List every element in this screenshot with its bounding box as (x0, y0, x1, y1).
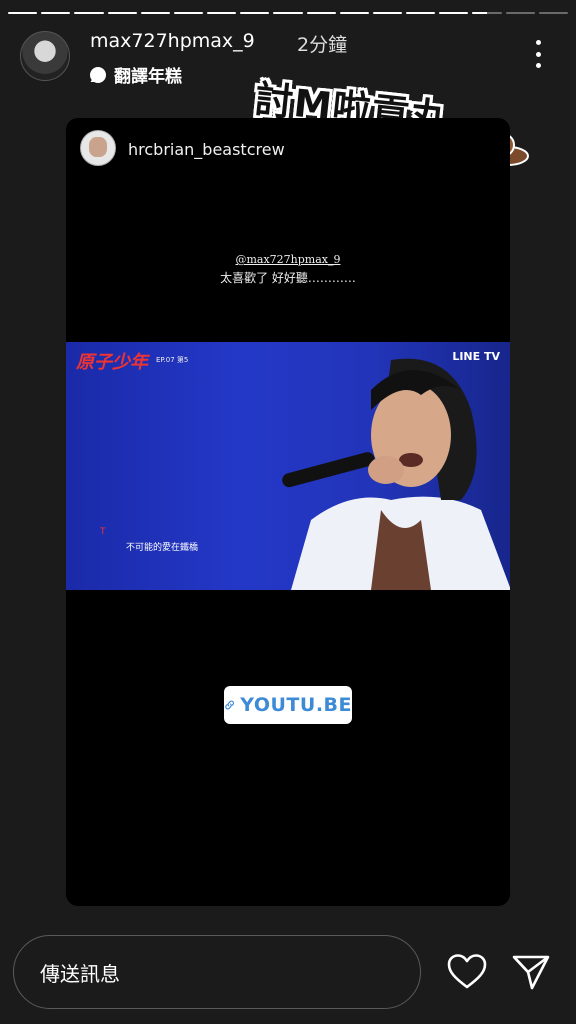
subtitle-label: 翻譯年糕 (114, 67, 182, 87)
more-options-button[interactable] (526, 40, 550, 68)
progress-segment (505, 12, 535, 14)
shared-story-card[interactable]: hrcbrian_beastcrew @max727hpmax_9 太喜歡了 好… (66, 118, 510, 906)
progress-segment (306, 12, 336, 14)
singer-image (282, 358, 510, 590)
progress-segment (538, 12, 568, 14)
progress-segment (439, 12, 469, 14)
mention-tag[interactable]: @max727hpmax_9 (66, 253, 510, 266)
video-subtitle: 不可能的愛在鐵橋 (126, 543, 199, 553)
story-timestamp: 2分鐘 (297, 34, 348, 56)
progress-segment (74, 12, 104, 14)
story-caption: 太喜歡了 好好聽………… (220, 271, 356, 285)
story-progress-bar (8, 12, 568, 14)
dot-icon (535, 51, 541, 57)
link-sticker[interactable]: YOUTU.BE (224, 686, 352, 724)
video-frame: 原子少年 EP.07 第5 LINE TV T 不可能的愛在鐵橋 (66, 342, 510, 590)
progress-segment (207, 12, 237, 14)
progress-segment (8, 12, 38, 14)
progress-segment (339, 12, 369, 14)
story-username[interactable]: max727hpmax_9 (90, 30, 255, 52)
link-label: YOUTU.BE (240, 694, 352, 716)
heart-icon[interactable] (447, 953, 487, 991)
progress-segment (273, 12, 303, 14)
shared-username[interactable]: hrcbrian_beastcrew (128, 140, 285, 159)
progress-segment (107, 12, 137, 14)
caption-marker: T (100, 527, 106, 537)
message-placeholder: 傳送訊息 (40, 961, 120, 986)
progress-segment (173, 12, 204, 14)
shared-user-avatar[interactable] (80, 130, 116, 166)
link-icon (225, 700, 235, 710)
progress-segment (372, 12, 403, 14)
story-subtitle[interactable]: 翻譯年糕 (90, 62, 182, 87)
show-logo: 原子少年 (76, 352, 148, 373)
avatar[interactable] (20, 31, 70, 81)
speech-bubble-icon (90, 66, 106, 83)
send-icon[interactable] (511, 953, 551, 991)
dot-icon (535, 40, 541, 45)
episode-info: EP.07 第5 (156, 356, 189, 364)
progress-segment (472, 12, 502, 14)
progress-segment (140, 12, 170, 14)
send-message-input[interactable]: 傳送訊息 (13, 935, 421, 1009)
progress-segment (406, 12, 436, 14)
progress-segment (240, 12, 270, 14)
progress-segment (41, 12, 71, 14)
dot-icon (535, 63, 541, 68)
